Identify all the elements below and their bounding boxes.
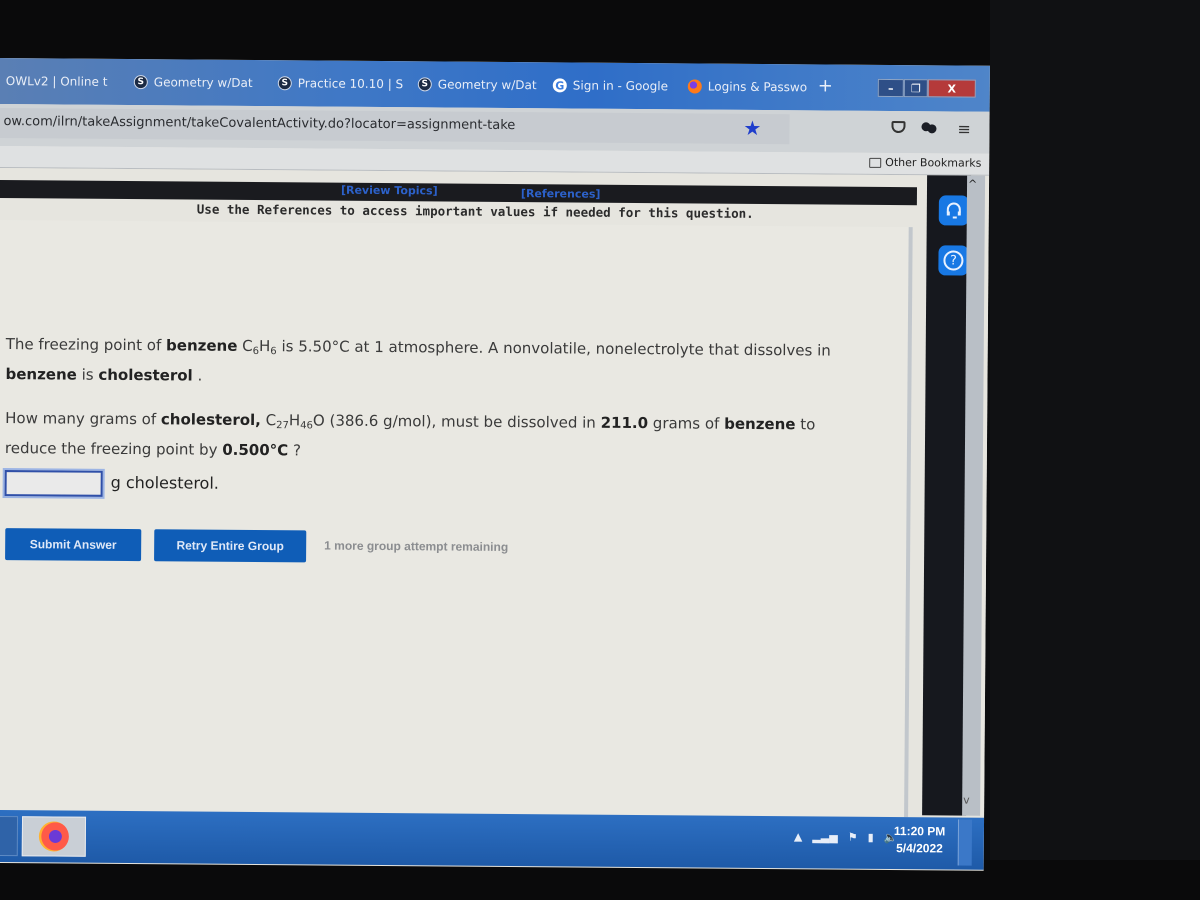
page-content: [Review Topics] [References] Use the Ref… — [0, 167, 990, 818]
menu-icon[interactable]: ≡ — [957, 120, 971, 139]
question-panel: The freezing point of benzene C6H6 is 5.… — [0, 219, 913, 818]
scroll-up-arrow-icon[interactable]: ^ — [968, 178, 977, 191]
url-bar[interactable]: ow.com/ilrn/takeAssignment/takeCovalentA… — [0, 107, 790, 145]
flag-icon[interactable]: ⚑ — [848, 831, 858, 844]
tab-strip: OWLv2 | Online t S Geometry w/Dat S Prac… — [0, 58, 990, 112]
url-text[interactable]: ow.com/ilrn/takeAssignment/takeCovalentA… — [3, 114, 515, 133]
s-icon: S — [133, 75, 148, 90]
signal-icon[interactable]: ▂▃▅ — [812, 830, 837, 843]
tab-geometry-2[interactable]: S Geometry w/Dat — [417, 73, 537, 96]
minimize-button[interactable]: – — [877, 78, 904, 98]
question-paragraph-2: How many grams of cholesterol, C27H46O (… — [4, 409, 816, 460]
maximize-button[interactable]: ❐ — [903, 79, 928, 98]
firefox-icon — [687, 79, 702, 94]
support-button[interactable] — [938, 195, 969, 226]
tab-owlv2[interactable]: OWLv2 | Online t — [6, 70, 108, 93]
pocket-icon[interactable] — [891, 121, 906, 134]
review-topics-link[interactable]: [Review Topics] — [341, 184, 438, 198]
taskbar: ▲ ▂▃▅ ⚑ ▮ 🔈 11:20 PM 5/4/2022 — [0, 809, 985, 870]
tab-label: OWLv2 | Online t — [5, 74, 108, 89]
other-bookmarks-label: Other Bookmarks — [885, 155, 982, 170]
tab-geometry-1[interactable]: S Geometry w/Dat — [133, 71, 253, 94]
google-icon: G — [552, 78, 567, 93]
firefox-icon — [38, 821, 70, 852]
clock-time: 11:20 PM — [893, 824, 946, 839]
scroll-down-arrow-icon[interactable]: v — [963, 794, 970, 807]
tab-logins[interactable]: Logins & Passwo — [687, 75, 808, 98]
folder-icon — [869, 157, 882, 168]
tab-google-signin[interactable]: G Sign in - Google — [552, 74, 669, 97]
s-icon: S — [417, 77, 432, 92]
tab-label: Practice 10.10 | S — [297, 76, 404, 92]
system-tray: ▲ ▂▃▅ ⚑ ▮ 🔈 — [794, 830, 898, 844]
help-icon: ? — [943, 250, 964, 271]
help-button[interactable]: ? — [938, 245, 969, 276]
benzene-formula: C6H6 — [242, 336, 277, 358]
instructions-text: Use the References to access important v… — [196, 201, 754, 221]
tab-label: Geometry w/Dat — [153, 75, 253, 90]
taskbar-firefox-button[interactable] — [21, 816, 87, 857]
extension-icon[interactable] — [921, 121, 935, 133]
attempts-remaining-text: 1 more group attempt remaining — [324, 538, 509, 555]
taskbar-app-button[interactable] — [0, 815, 19, 857]
screen: OWLv2 | Online t S Geometry w/Dat S Prac… — [0, 58, 990, 871]
tab-label: Geometry w/Dat — [437, 77, 537, 93]
question-paragraph-1: The freezing point of benzene C6H6 is 5.… — [5, 335, 831, 385]
answer-input[interactable] — [4, 470, 103, 497]
bookmark-star-icon[interactable]: ★ — [743, 116, 761, 140]
reference-bar: [Review Topics] [References] — [0, 179, 918, 206]
show-desktop-button[interactable] — [957, 819, 973, 866]
clock-date: 5/4/2022 — [896, 841, 943, 856]
answer-unit-label: g cholesterol. — [110, 472, 220, 493]
headset-icon — [946, 202, 961, 219]
close-button[interactable]: X — [927, 79, 976, 98]
power-icon[interactable]: ▮ — [868, 831, 874, 844]
retry-entire-group-button[interactable]: Retry Entire Group — [154, 529, 307, 563]
tab-label: Logins & Passwo — [707, 79, 808, 95]
cholesterol-formula: C27H46O — [265, 411, 325, 432]
new-tab-button[interactable]: + — [818, 75, 833, 96]
tab-practice[interactable]: S Practice 10.10 | S — [277, 72, 404, 95]
window-controls: – ❐ X — [877, 78, 976, 98]
clock[interactable]: 11:20 PM 5/4/2022 — [894, 823, 946, 857]
submit-answer-button[interactable]: Submit Answer — [5, 528, 142, 562]
monitor-bezel-right — [990, 0, 1200, 900]
s-icon: S — [277, 76, 292, 91]
tray-expand-icon[interactable]: ▲ — [794, 830, 803, 843]
tab-label: Sign in - Google — [572, 78, 669, 94]
references-link[interactable]: [References] — [521, 187, 601, 201]
other-bookmarks[interactable]: Other Bookmarks — [869, 156, 981, 170]
